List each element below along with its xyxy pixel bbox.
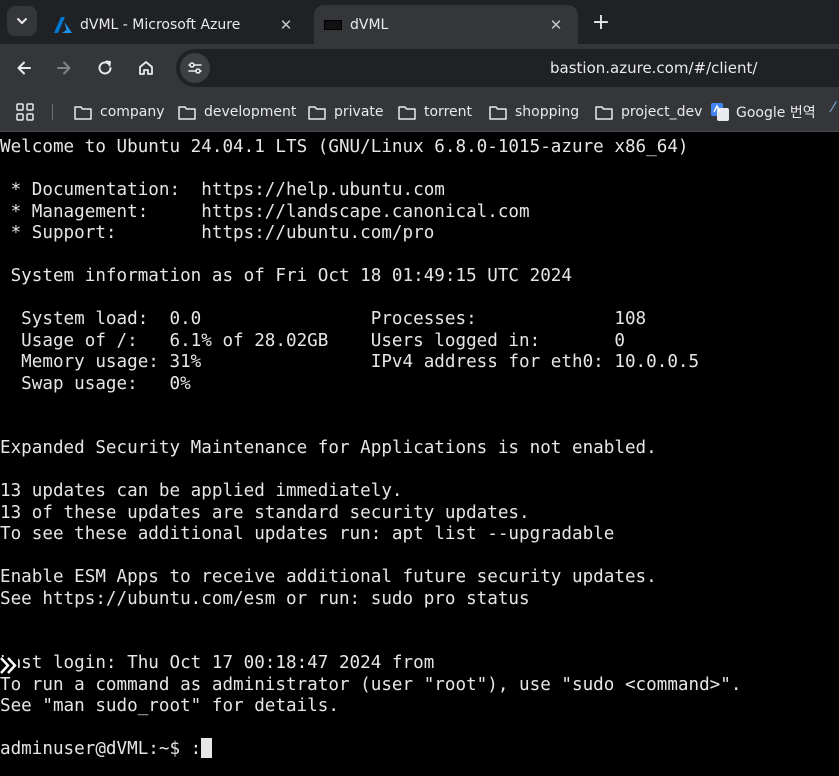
plus-icon: + bbox=[591, 9, 611, 35]
terminal-line: To run a command as administrator (user … bbox=[0, 674, 742, 695]
back-button[interactable] bbox=[10, 54, 38, 82]
folder-icon bbox=[178, 105, 196, 120]
terminal-line: * Support: https://ubuntu.com/pro bbox=[0, 223, 435, 243]
bookmark-label: development bbox=[204, 104, 297, 120]
close-icon[interactable]: ✕ bbox=[546, 15, 566, 35]
reload-button[interactable] bbox=[91, 54, 119, 82]
url-text[interactable]: bastion.azure.com/#/client/ bbox=[550, 59, 757, 77]
terminal-line: System information as of Fri Oct 18 01:4… bbox=[0, 266, 572, 286]
chevron-down-icon bbox=[17, 18, 27, 24]
bookmarks-overflow-icon[interactable]: ⁄ bbox=[832, 100, 834, 116]
terminal-line: * Documentation: https://help.ubuntu.com bbox=[0, 180, 445, 200]
bastion-terminal[interactable]: Welcome to Ubuntu 24.04.1 LTS (GNU/Linux… bbox=[0, 132, 839, 776]
terminal-line: 13 updates can be applied immediately. bbox=[0, 481, 403, 501]
terminal-prompt-line[interactable]: adminuser@dVML:~$ : bbox=[0, 737, 213, 760]
folder-icon bbox=[398, 105, 416, 120]
azure-logo-icon bbox=[54, 16, 72, 34]
bookmark-label: Google 번역 bbox=[736, 105, 816, 121]
bookmark-label: project_dev bbox=[621, 104, 703, 120]
tab-azure-portal[interactable]: dVML - Microsoft Azure ✕ bbox=[44, 5, 308, 44]
bookmark-separator bbox=[52, 104, 53, 120]
bookmark-label: company bbox=[100, 104, 165, 120]
arrow-left-icon bbox=[17, 61, 31, 75]
bookmark-private[interactable]: private bbox=[308, 98, 384, 126]
tab-strip: dVML - Microsoft Azure ✕ dVML ✕ + bbox=[0, 0, 839, 44]
bastion-drag-handle-icon[interactable] bbox=[0, 657, 18, 674]
apps-grid-icon[interactable] bbox=[16, 103, 34, 121]
tab-title: dVML - Microsoft Azure bbox=[80, 16, 241, 33]
home-icon bbox=[139, 61, 153, 75]
terminal-line: Expanded Security Maintenance for Applic… bbox=[0, 438, 657, 458]
terminal-line: 13 of these updates are standard securit… bbox=[0, 502, 530, 523]
bookmark-company[interactable]: company bbox=[74, 98, 165, 126]
terminal-line: Welcome to Ubuntu 24.04.1 LTS (GNU/Linux… bbox=[0, 137, 689, 157]
bookmark-label: shopping bbox=[515, 104, 580, 120]
home-button[interactable] bbox=[132, 54, 160, 82]
close-icon[interactable]: ✕ bbox=[276, 15, 296, 35]
reload-icon bbox=[98, 60, 112, 75]
folder-icon bbox=[308, 105, 326, 120]
address-bar[interactable]: bastion.azure.com/#/client/ bbox=[176, 49, 839, 87]
bookmark-shopping[interactable]: shopping bbox=[489, 98, 579, 126]
google-translate-icon bbox=[711, 103, 729, 121]
terminal-line: Swap usage: 0% bbox=[0, 373, 191, 394]
browser-toolbar: bastion.azure.com/#/client/ bbox=[0, 44, 839, 92]
forward-button[interactable] bbox=[50, 54, 78, 82]
tab-dvml[interactable]: dVML ✕ bbox=[314, 5, 578, 44]
bookmarks-bar: company development private torrent shop… bbox=[0, 92, 839, 132]
tab-title: dVML bbox=[350, 16, 389, 33]
bookmark-label: torrent bbox=[424, 104, 472, 120]
terminal-cursor bbox=[201, 737, 213, 758]
terminal-line: Memory usage: 31% IPv4 address for eth0:… bbox=[0, 352, 700, 372]
terminal-line: To see these additional updates run: apt… bbox=[0, 524, 615, 544]
folder-icon bbox=[595, 105, 613, 120]
tune-icon bbox=[188, 62, 202, 74]
tab-search-button[interactable] bbox=[7, 6, 37, 36]
new-tab-button[interactable]: + bbox=[588, 9, 614, 35]
bookmark-torrent[interactable]: torrent bbox=[398, 98, 472, 126]
terminal-line: See "man sudo_root" for details. bbox=[0, 696, 339, 716]
bookmark-project-dev[interactable]: project_dev bbox=[595, 98, 702, 126]
site-info-button[interactable] bbox=[180, 53, 210, 83]
folder-icon bbox=[489, 105, 507, 120]
terminal-prompt: adminuser@dVML:~$ : bbox=[0, 739, 202, 759]
terminal-line: System load: 0.0 Processes: 108 bbox=[0, 309, 647, 329]
terminal-line: Enable ESM Apps to receive additional fu… bbox=[0, 567, 657, 587]
terminal-line: * Management: https://landscape.canonica… bbox=[0, 201, 530, 222]
terminal-line: See https://ubuntu.com/esm or run: sudo … bbox=[0, 588, 530, 609]
bookmark-development[interactable]: development bbox=[178, 98, 296, 126]
bookmark-google-translate[interactable]: Google 번역 bbox=[711, 98, 816, 126]
terminal-line: Last login: Thu Oct 17 00:18:47 2024 fro… bbox=[0, 653, 435, 673]
terminal-line: Usage of /: 6.1% of 28.02GB Users logged… bbox=[0, 330, 625, 351]
folder-icon bbox=[74, 105, 92, 120]
terminal-icon bbox=[324, 16, 342, 34]
bookmark-label: private bbox=[334, 104, 384, 120]
arrow-right-icon bbox=[57, 61, 71, 75]
